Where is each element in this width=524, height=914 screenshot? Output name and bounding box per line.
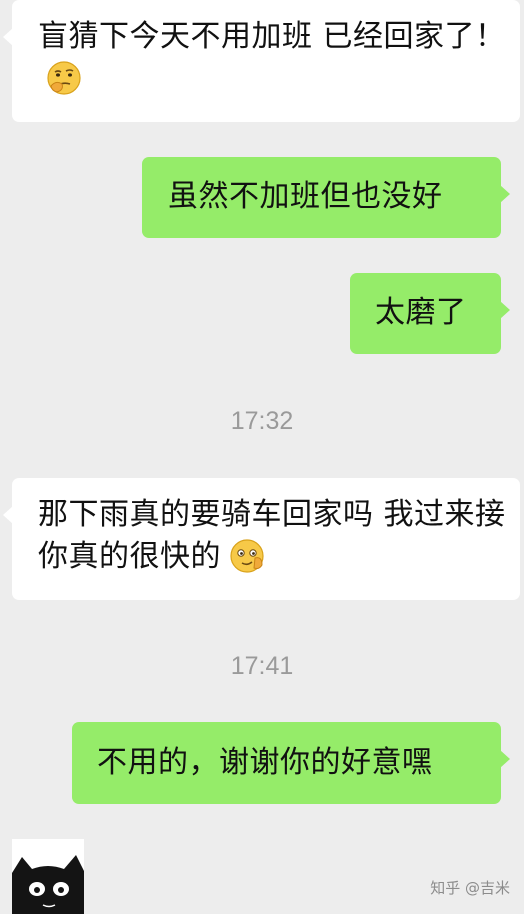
message-text: 虽然不加班但也没好 bbox=[168, 179, 443, 214]
message-text: 盲猜下今天不用加班 已经回家了！ bbox=[38, 19, 506, 54]
watermark: 知乎 @吉米 bbox=[430, 879, 510, 897]
incoming-message-bubble[interactable]: 那下雨真的要骑车回家吗 我过来接你真的很快的 bbox=[3, 478, 520, 600]
message-text: 那下雨真的要骑车回家吗 我过来接你真的很快的 bbox=[38, 497, 506, 574]
message-timestamp: 17:41 bbox=[230, 652, 294, 680]
black-cat-avatar-icon bbox=[12, 855, 84, 914]
avatar[interactable] bbox=[12, 839, 84, 914]
outgoing-message-bubble[interactable]: 虽然不加班但也没好 bbox=[142, 157, 510, 238]
incoming-message-bubble[interactable]: 盲猜下今天不用加班 已经回家了！ bbox=[3, 0, 520, 122]
message-timestamp: 17:32 bbox=[230, 407, 294, 435]
message-text: 太磨了 bbox=[375, 295, 467, 330]
message-text: 不用的，谢谢你的好意嘿 bbox=[97, 745, 433, 780]
thinking-face-emoji-icon bbox=[47, 61, 81, 95]
outgoing-message-bubble[interactable]: 太磨了 bbox=[350, 273, 510, 354]
outgoing-message-bubble[interactable]: 不用的，谢谢你的好意嘿 bbox=[72, 722, 510, 804]
smirk-face-emoji-icon bbox=[230, 539, 264, 573]
